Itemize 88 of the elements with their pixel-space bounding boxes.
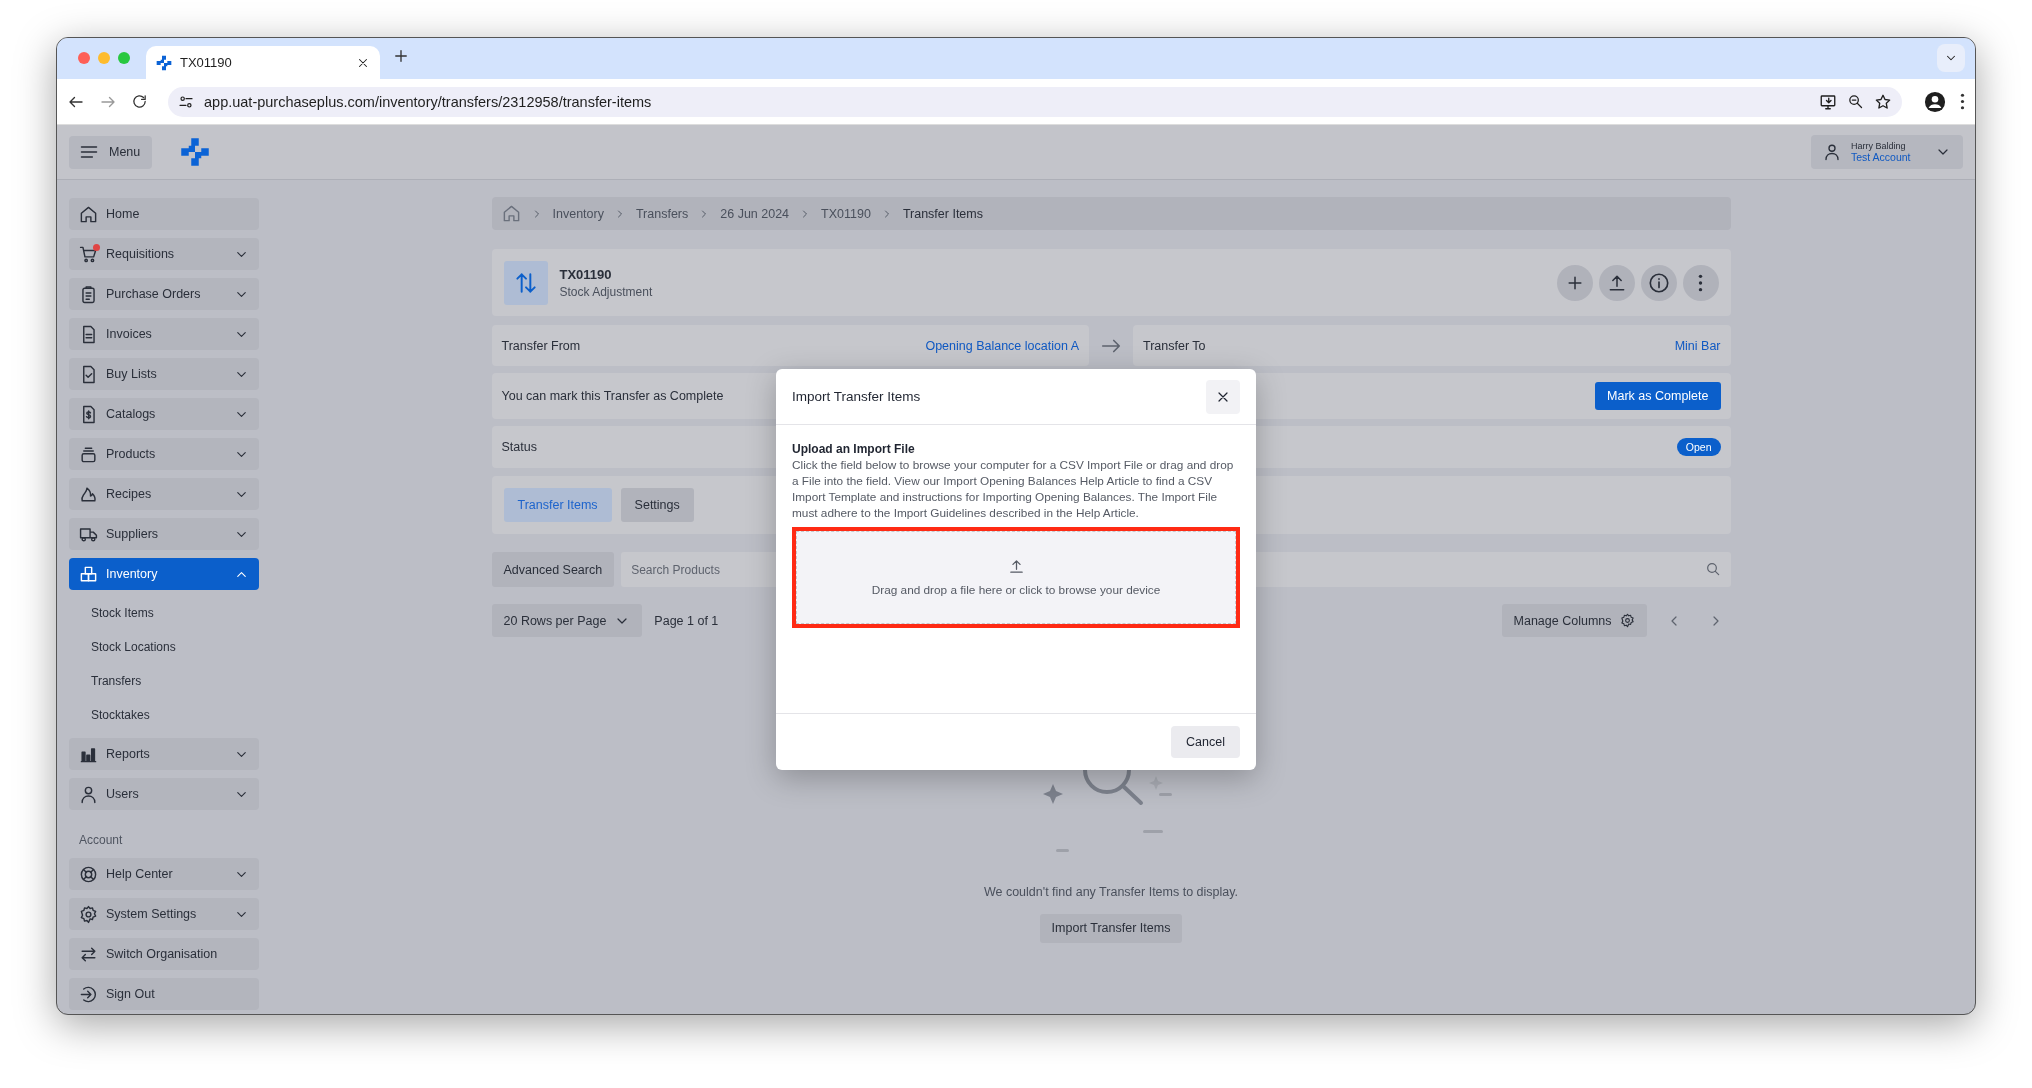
star-icon [1874, 92, 1892, 111]
settings-icon [79, 904, 98, 924]
logo-icon [156, 54, 172, 71]
manage-columns-button[interactable]: Manage Columns [1501, 604, 1647, 637]
home-icon [501, 204, 521, 223]
maximize-button[interactable] [118, 52, 130, 64]
nav-item[interactable]: Purchase Orders [69, 278, 259, 310]
transfer-type: Stock Adjustment [559, 284, 654, 299]
menu-button[interactable]: Menu [69, 135, 153, 169]
add-button[interactable] [1556, 264, 1593, 301]
boxes-icon [79, 564, 98, 584]
info-icon [1647, 271, 1670, 294]
dialog-title: Import Transfer Items [792, 389, 921, 404]
nav-item[interactable]: Inventory [69, 558, 259, 590]
nav-item[interactable]: Home [69, 198, 259, 230]
stack-icon [79, 444, 98, 464]
mark-complete-button[interactable]: Mark as Complete [1595, 382, 1721, 410]
nav-item[interactable]: Buy Lists [69, 358, 259, 390]
profile-icon [1924, 90, 1946, 113]
field-label: Status [501, 440, 537, 454]
install-icon [1819, 92, 1837, 111]
breadcrumb-link[interactable]: 26 Jun 2024 [720, 206, 790, 221]
logo-icon [180, 137, 211, 167]
nav-item[interactable]: Switch Organisation [69, 938, 259, 970]
location-link[interactable]: Mini Bar [1674, 338, 1721, 353]
zoom-icon [1847, 93, 1864, 110]
user-icon [1823, 143, 1841, 161]
close-button[interactable] [1206, 379, 1240, 414]
breadcrumb-link[interactable]: TX01190 [821, 206, 871, 221]
kebab-menu-icon [1960, 93, 1965, 110]
tab[interactable]: Settings [620, 488, 694, 522]
upload-button[interactable] [1598, 264, 1635, 301]
transfer-code: TX01190 [559, 266, 613, 282]
nav-item[interactable]: Requisitions [69, 238, 259, 270]
nav-item[interactable]: Invoices [69, 318, 259, 350]
cart-icon [79, 244, 98, 264]
reload-icon [131, 93, 148, 110]
field-label: Transfer From [501, 338, 581, 353]
browser-tab[interactable]: TX01190 [146, 46, 380, 79]
nav-item[interactable]: Help Center [69, 858, 259, 890]
breadcrumb-link[interactable]: Inventory [552, 206, 604, 221]
new-tab-icon [392, 47, 410, 65]
empty-message: We couldn't find any Transfer Items to display. [983, 885, 1239, 899]
location-link[interactable]: Opening Balance location A [925, 338, 1079, 353]
import-button[interactable]: Import Transfer Items [1039, 914, 1183, 943]
cancel-button[interactable]: Cancel [1171, 726, 1240, 758]
nav-item[interactable]: Reports [69, 738, 259, 770]
nav-item[interactable]: Sign Out [69, 978, 259, 1010]
home-icon [79, 204, 98, 224]
kebab-menu-icon [1698, 273, 1703, 292]
swap-icon [79, 944, 98, 964]
nav-subitem[interactable]: Stock Items [69, 596, 259, 630]
page-indicator: Page 1 of 1 [654, 613, 719, 628]
minimize-button[interactable] [98, 52, 110, 64]
instructions-text: Click the field below to browse your computer for a CSV Import File or drag and drop a File into the field. View our Import Opening Balances Help Article to find a CSV Import Template and instructions for Importing Opening Balances. The Import File must adhere to the Import Guidelines described in the Help Article. [792, 457, 1235, 521]
rows-per-page-dropdown[interactable]: 20 Rows per Page [491, 604, 643, 637]
notice-text: You can mark this Transfer as Complete [501, 389, 724, 403]
nav-subitem[interactable]: Transfers [69, 664, 259, 698]
nav-item[interactable]: Users [69, 778, 259, 810]
clipboard-icon [79, 284, 98, 304]
nav-item[interactable]: Suppliers [69, 518, 259, 550]
tab-list-button[interactable] [1937, 44, 1965, 72]
user-icon [79, 784, 98, 804]
lifebuoy-icon [79, 864, 98, 884]
close-button[interactable] [78, 52, 90, 64]
field-label: Transfer To [1143, 338, 1206, 353]
upload-icon [1007, 558, 1025, 575]
settings-icon [1619, 613, 1635, 628]
breadcrumb-current: Transfer Items [902, 206, 983, 221]
breadcrumb-link[interactable]: Transfers [635, 206, 689, 221]
nav-item[interactable]: System Settings [69, 898, 259, 930]
nav-subitem[interactable]: Stocktakes [69, 698, 259, 732]
section-label: Account [78, 832, 124, 849]
nav-item[interactable]: Catalogs [69, 398, 259, 430]
address-field[interactable]: app.uat-purchaseplus.com/inventory/transfers/2312958/transfer-items [168, 86, 1902, 117]
section-heading: Upload an Import File [792, 442, 916, 456]
nav-item[interactable]: Recipes [69, 478, 259, 510]
sign-out-icon [79, 984, 98, 1004]
account-menu-button[interactable]: Harry Balding Test Account [1811, 135, 1963, 169]
site-settings-icon [178, 93, 194, 110]
status-badge: Open [1676, 438, 1721, 456]
advanced-search-button[interactable]: Advanced Search [491, 552, 615, 587]
more-button[interactable] [1682, 264, 1719, 301]
search-icon [1704, 561, 1721, 577]
nav-item[interactable]: Products [69, 438, 259, 470]
nav-subitem[interactable]: Stock Locations [69, 630, 259, 664]
file-drop-zone[interactable]: Drag and drop a file here or click to browse your device [796, 531, 1236, 624]
info-button[interactable] [1640, 264, 1677, 301]
